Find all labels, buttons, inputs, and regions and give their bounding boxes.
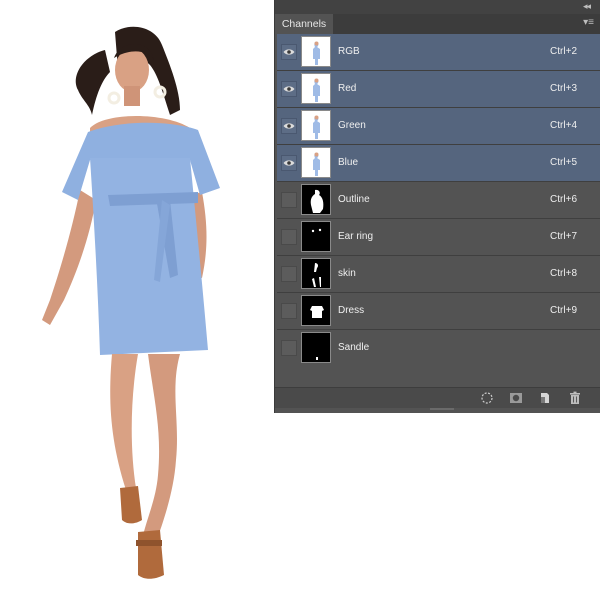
double-chevron-right-icon[interactable]: ◂◂	[583, 1, 591, 12]
channel-name: Sandle	[338, 342, 370, 353]
visibility-toggle[interactable]	[281, 340, 297, 356]
channel-row-rgb[interactable]: RGB Ctrl+2	[277, 34, 600, 71]
panel-title-bar: ◂◂	[275, 0, 600, 14]
channel-thumbnail	[301, 184, 331, 215]
delete-channel-icon[interactable]	[568, 391, 582, 405]
channel-row-ear-ring[interactable]: Ear ring Ctrl+7	[277, 219, 600, 256]
visibility-toggle[interactable]	[281, 229, 297, 245]
new-channel-icon[interactable]	[538, 391, 552, 405]
eye-icon	[283, 160, 295, 166]
channel-thumbnail	[301, 221, 331, 252]
eye-icon	[283, 49, 295, 55]
panel-menu-icon[interactable]: ▾≡	[583, 17, 594, 28]
channel-row-skin[interactable]: skin Ctrl+8	[277, 256, 600, 293]
channel-thumbnail	[301, 295, 331, 326]
channel-shortcut: Ctrl+8	[550, 268, 577, 279]
channel-name: Blue	[338, 157, 359, 168]
panel-bottom-toolbar	[275, 387, 600, 408]
channel-row-dress[interactable]: Dress Ctrl+9	[277, 293, 600, 330]
channel-row-red[interactable]: Red Ctrl+3	[277, 71, 600, 108]
channel-shortcut: Ctrl+9	[550, 305, 577, 316]
visibility-toggle[interactable]	[281, 266, 297, 282]
channel-name: Ear ring	[338, 231, 374, 242]
channel-shortcut: Ctrl+7	[550, 231, 577, 242]
save-selection-icon[interactable]	[509, 391, 523, 405]
channel-shortcut: Ctrl+5	[550, 157, 577, 168]
channels-panel: ◂◂ Channels ▾≡ RGB Ctrl+2 Red Ctrl+3 Green Ct…	[275, 0, 600, 413]
channel-shortcut: Ctrl+2	[550, 46, 577, 57]
panel-resize-handle[interactable]	[430, 408, 454, 410]
channel-thumbnail	[301, 258, 331, 289]
visibility-toggle[interactable]	[281, 303, 297, 319]
visibility-toggle[interactable]	[281, 118, 297, 134]
channel-list: RGB Ctrl+2 Red Ctrl+3 Green Ctrl+4 Blue Ctrl+5 O…	[277, 34, 600, 367]
channel-shortcut: Ctrl+3	[550, 83, 577, 94]
channel-thumbnail	[301, 147, 331, 178]
channel-row-sandle[interactable]: Sandle	[277, 330, 600, 367]
channel-thumbnail	[301, 110, 331, 141]
channel-shortcut: Ctrl+6	[550, 194, 577, 205]
panel-tab-row: Channels ▾≡	[275, 14, 600, 34]
channel-thumbnail	[301, 36, 331, 67]
eye-icon	[283, 123, 295, 129]
channel-thumbnail	[301, 332, 331, 363]
channel-shortcut: Ctrl+4	[550, 120, 577, 131]
visibility-toggle[interactable]	[281, 81, 297, 97]
eye-icon	[283, 86, 295, 92]
visibility-toggle[interactable]	[281, 155, 297, 171]
channel-list-empty-area	[277, 364, 600, 388]
channel-row-outline[interactable]: Outline Ctrl+6	[277, 182, 600, 219]
channel-name: Green	[338, 120, 366, 131]
channel-thumbnail	[301, 73, 331, 104]
channel-name: Red	[338, 83, 357, 94]
visibility-toggle[interactable]	[281, 44, 297, 60]
tab-channels[interactable]: Channels	[275, 14, 333, 34]
channel-name: Dress	[338, 305, 365, 316]
channel-name: RGB	[338, 46, 360, 57]
model-photo	[42, 26, 220, 579]
channel-row-green[interactable]: Green Ctrl+4	[277, 108, 600, 145]
channel-name: skin	[338, 268, 356, 279]
load-selection-icon[interactable]	[480, 391, 494, 405]
channel-name: Outline	[338, 194, 370, 205]
channel-row-blue[interactable]: Blue Ctrl+5	[277, 145, 600, 182]
visibility-toggle[interactable]	[281, 192, 297, 208]
